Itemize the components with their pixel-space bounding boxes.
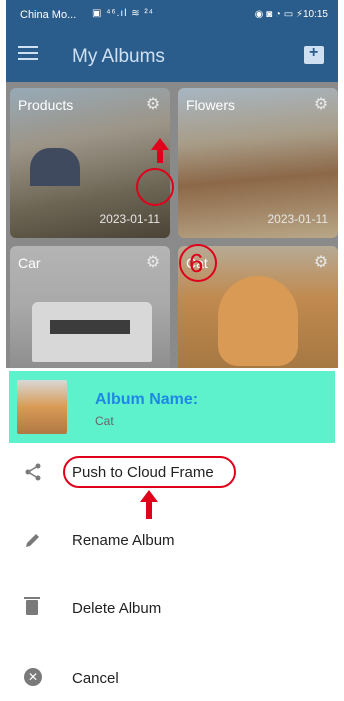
rename-album-label: Rename Album (72, 532, 175, 549)
delete-album-item[interactable]: Delete Album (6, 582, 338, 638)
album-grid: Products ⚙ 2023-01-11 Flowers ⚙ 2023-01-… (6, 82, 338, 376)
album-name: Products (18, 97, 74, 113)
gear-icon[interactable]: ⚙ (312, 254, 330, 272)
status-indicators: ▣ ⁴⁶.ıl ≋ ²⁴ (92, 8, 154, 19)
album-tile-car[interactable]: Car ⚙ (10, 246, 170, 376)
carrier-label: China Mo... (20, 9, 77, 21)
app-bar: My Albums (6, 30, 338, 82)
annotation-arrow-stem (157, 149, 163, 163)
album-date: 2023-01-11 (99, 212, 161, 226)
sheet-header: Album Name: Cat (9, 371, 335, 443)
album-name: Car (18, 255, 41, 271)
page-title: My Albums (72, 46, 165, 67)
album-name-value: Cat (95, 414, 114, 428)
rename-album-item[interactable]: Rename Album (6, 514, 338, 570)
trash-icon (24, 597, 40, 615)
pencil-icon (22, 530, 44, 552)
album-name-label: Album Name: (95, 391, 199, 408)
album-thumbnail (17, 380, 67, 434)
hamburger-icon[interactable] (18, 46, 38, 64)
step-number: 6 (189, 248, 204, 278)
album-photo (218, 276, 298, 366)
album-tile-flowers[interactable]: Flowers ⚙ 2023-01-11 (178, 88, 338, 238)
step-number-badge: 6 (179, 244, 217, 282)
status-bar: China Mo... ▣ ⁴⁶.ıl ≋ ²⁴ ◉ ◙ ◔ ▭ ⚡10:15 (6, 0, 338, 30)
album-date: 2023-01-11 (267, 212, 329, 226)
annotation-circle (136, 168, 174, 206)
cancel-label: Cancel (72, 670, 119, 687)
cancel-icon: ✕ (24, 668, 42, 686)
album-actions-sheet: Album Name: Cat Push to Cloud Frame Rena… (6, 368, 338, 701)
gear-icon[interactable]: ⚙ (144, 254, 162, 272)
gear-icon[interactable]: ⚙ (144, 96, 162, 114)
status-right: ◉ ◙ ◔ ▭ ⚡10:15 (254, 9, 328, 20)
album-tile-products[interactable]: Products ⚙ 2023-01-11 (10, 88, 170, 238)
album-photo (32, 302, 152, 362)
add-album-icon[interactable] (304, 44, 324, 64)
share-icon (22, 462, 44, 484)
gear-icon[interactable]: ⚙ (312, 96, 330, 114)
annotation-oval (63, 456, 236, 488)
screen: China Mo... ▣ ⁴⁶.ıl ≋ ²⁴ ◉ ◙ ◔ ▭ ⚡10:15 … (6, 0, 338, 701)
album-name: Flowers (186, 97, 236, 113)
delete-album-label: Delete Album (72, 600, 162, 617)
album-photo (30, 148, 80, 186)
cancel-item[interactable]: ✕ Cancel (6, 652, 338, 701)
